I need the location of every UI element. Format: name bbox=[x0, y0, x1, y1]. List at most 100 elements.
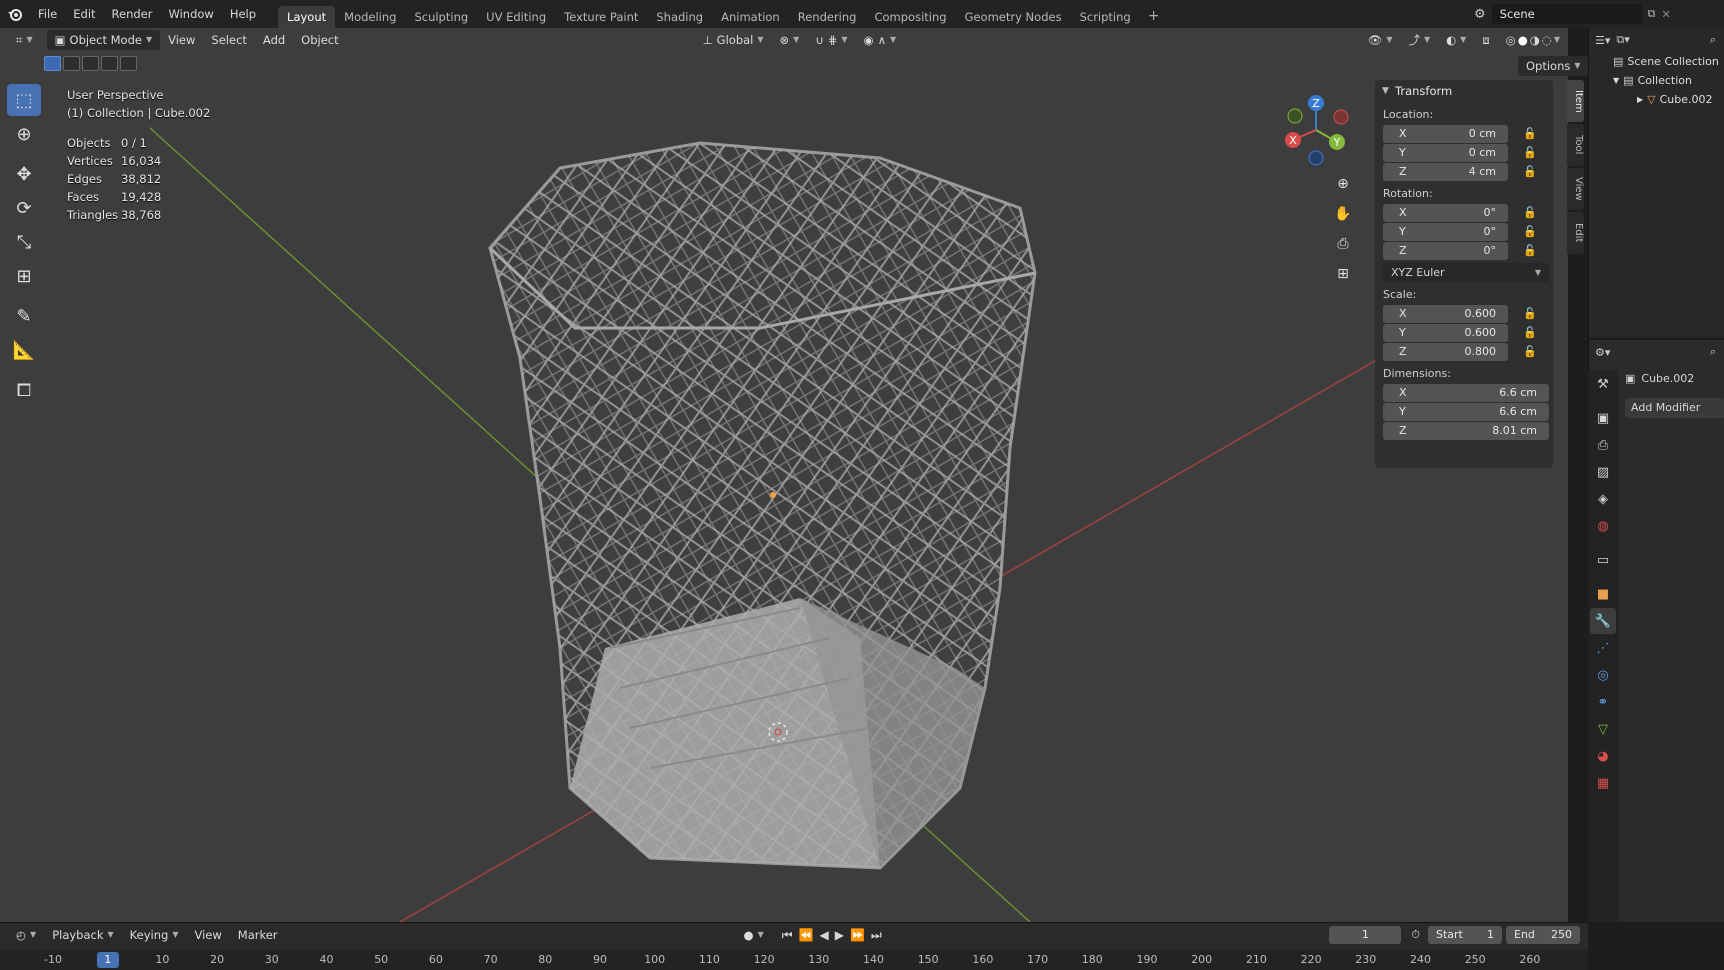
tool-props-icon[interactable]: ⚒ bbox=[1590, 371, 1616, 397]
move-tool-icon[interactable]: ✥ bbox=[7, 158, 41, 190]
scale-tool-icon[interactable]: ⤡ bbox=[7, 226, 41, 258]
tab-item[interactable]: Item bbox=[1567, 80, 1584, 122]
tab-scripting[interactable]: Scripting bbox=[1071, 6, 1140, 28]
viewport-menu-object[interactable]: Object bbox=[293, 30, 346, 50]
texture-props-icon[interactable]: ▦ bbox=[1590, 770, 1616, 796]
tab-modeling[interactable]: Modeling bbox=[335, 6, 405, 28]
camera-icon[interactable]: ⎙ bbox=[1331, 232, 1355, 256]
lock-icon[interactable]: 🔓 bbox=[1520, 165, 1540, 178]
proportional-edit-button[interactable]: ◉ ∧ ▼ bbox=[856, 30, 905, 50]
add-workspace-icon[interactable]: + bbox=[1140, 8, 1168, 24]
visibility-button[interactable]: 👁 ▼ bbox=[1360, 30, 1401, 50]
prev-keyframe-icon[interactable]: ⏪ bbox=[799, 928, 814, 943]
play-icon[interactable]: ▶ bbox=[835, 928, 844, 943]
add-modifier-button[interactable]: Add Modifier bbox=[1625, 398, 1724, 418]
viewport-menu-view[interactable]: View bbox=[160, 30, 203, 50]
select-difference-icon[interactable] bbox=[101, 56, 118, 71]
mode-selector[interactable]: ▣ Object Mode ▼ bbox=[46, 30, 161, 50]
current-frame-field[interactable]: 1 bbox=[1329, 926, 1402, 944]
end-frame-field[interactable]: End 250 bbox=[1506, 926, 1580, 944]
display-mode-icon[interactable]: ⧉▾ bbox=[1616, 33, 1629, 47]
scale-z-field[interactable]: Z 0.800 bbox=[1383, 342, 1508, 361]
expand-chevron-icon[interactable]: ▼ bbox=[1613, 71, 1619, 90]
timeline-menu-marker[interactable]: Marker bbox=[230, 925, 286, 945]
timeline-menu-keying[interactable]: Keying ▼ bbox=[122, 925, 187, 945]
remove-scene-icon[interactable]: ✕ bbox=[1662, 8, 1671, 21]
data-props-icon[interactable]: ▽ bbox=[1590, 716, 1616, 742]
tab-compositing[interactable]: Compositing bbox=[865, 6, 955, 28]
tab-uv-editing[interactable]: UV Editing bbox=[477, 6, 555, 28]
editor-type-icon[interactable]: ☰▾ bbox=[1595, 34, 1610, 47]
search-icon[interactable]: ⌕ bbox=[1710, 33, 1716, 47]
gizmo-toggle[interactable]: ⤴ ▼ bbox=[1400, 30, 1438, 50]
dimensions-z-field[interactable]: Z 8.01 cm bbox=[1383, 421, 1549, 440]
select-extend-icon[interactable] bbox=[63, 56, 80, 71]
particles-props-icon[interactable]: ⋰ bbox=[1590, 635, 1616, 661]
rotate-tool-icon[interactable]: ⟳ bbox=[7, 192, 41, 224]
rotation-y-field[interactable]: Y 0° bbox=[1383, 222, 1508, 241]
scene-props-icon[interactable]: ◈ bbox=[1590, 486, 1616, 512]
transform-orientation-selector[interactable]: ⊥ Global ▼ bbox=[695, 30, 772, 50]
transform-panel-header[interactable]: ▼ Transform bbox=[1375, 80, 1553, 102]
jump-end-icon[interactable]: ⏭ bbox=[871, 928, 882, 943]
blender-logo-icon[interactable] bbox=[0, 0, 30, 28]
viewport-menu-select[interactable]: Select bbox=[203, 30, 254, 50]
location-y-field[interactable]: Y 0 cm bbox=[1383, 143, 1508, 162]
lock-icon[interactable]: 🔓 bbox=[1520, 307, 1540, 320]
zoom-icon[interactable]: ⊕ bbox=[1331, 172, 1355, 196]
rotation-mode-dropdown[interactable]: XYZ Euler ▼ bbox=[1383, 263, 1549, 282]
tab-edit[interactable]: Edit bbox=[1567, 212, 1584, 254]
tab-animation[interactable]: Animation bbox=[712, 6, 789, 28]
timeline-ruler[interactable]: -10 1 10 20 30 40 50 60 70 80 90 100 110 120 130 140 150… bbox=[0, 950, 1588, 970]
location-x-field[interactable]: X 0 cm bbox=[1383, 124, 1508, 143]
menu-render[interactable]: Render bbox=[104, 0, 161, 28]
solid-shading-icon[interactable]: ● bbox=[1518, 30, 1528, 50]
wireframe-shading-icon[interactable]: ◎ bbox=[1506, 30, 1516, 50]
rendered-shading-icon[interactable]: ◌ bbox=[1542, 30, 1552, 50]
annotate-tool-icon[interactable]: ✎ bbox=[7, 300, 41, 332]
constraints-props-icon[interactable]: ⚭ bbox=[1590, 689, 1616, 715]
expand-chevron-icon[interactable]: ▶ bbox=[1637, 90, 1643, 109]
lock-icon[interactable]: 🔓 bbox=[1520, 244, 1540, 257]
physics-props-icon[interactable]: ◎ bbox=[1590, 662, 1616, 688]
lock-icon[interactable]: 🔓 bbox=[1520, 326, 1540, 339]
outliner-row-scene-collection[interactable]: ▤ Scene Collection bbox=[1589, 52, 1724, 71]
editor-type-button[interactable]: ⌗ ▼ bbox=[8, 30, 41, 50]
material-shading-icon[interactable]: ◑ bbox=[1530, 30, 1540, 50]
transform-tool-icon[interactable]: ⊞ bbox=[7, 260, 41, 292]
select-box-tool-icon[interactable]: ⬚ bbox=[7, 84, 41, 116]
menu-edit[interactable]: Edit bbox=[65, 0, 103, 28]
menu-file[interactable]: File bbox=[30, 0, 65, 28]
modifier-props-icon[interactable]: 🔧 bbox=[1590, 608, 1616, 634]
world-props-icon[interactable]: ◍ bbox=[1590, 513, 1616, 539]
start-frame-field[interactable]: Start 1 bbox=[1428, 926, 1502, 944]
scene-selector[interactable]: ⚙ Scene ⧉ ✕ bbox=[1474, 3, 1674, 25]
search-icon[interactable]: ⌕ bbox=[1710, 345, 1716, 359]
pan-hand-icon[interactable]: ✋ bbox=[1331, 202, 1355, 226]
viewport-menu-add[interactable]: Add bbox=[255, 30, 293, 50]
outliner-row-cube[interactable]: ▶ ▽ Cube.002 bbox=[1589, 90, 1724, 109]
view-layer-icon[interactable]: ▨ bbox=[1590, 459, 1616, 485]
timeline-menu-playback[interactable]: Playback ▼ bbox=[44, 925, 121, 945]
select-new-icon[interactable] bbox=[44, 56, 61, 71]
overlay-toggle[interactable]: ◐ ▼ bbox=[1438, 30, 1474, 50]
measure-tool-icon[interactable]: 📐 bbox=[7, 334, 41, 366]
outliner-row-collection[interactable]: ▼ ▤ Collection bbox=[1589, 71, 1724, 90]
perspective-grid-icon[interactable]: ⊞ bbox=[1331, 262, 1355, 286]
editor-type-button[interactable]: ◴ ▼ bbox=[8, 925, 44, 945]
play-reverse-icon[interactable]: ◀ bbox=[820, 928, 829, 943]
tab-tool[interactable]: Tool bbox=[1567, 124, 1584, 166]
select-intersect-icon[interactable] bbox=[120, 56, 137, 71]
tab-geometry-nodes[interactable]: Geometry Nodes bbox=[956, 6, 1071, 28]
lock-icon[interactable]: 🔓 bbox=[1520, 146, 1540, 159]
select-subtract-icon[interactable] bbox=[82, 56, 99, 71]
xray-toggle[interactable]: ⧈ bbox=[1474, 30, 1497, 50]
lock-icon[interactable]: 🔓 bbox=[1520, 127, 1540, 140]
tab-texture-paint[interactable]: Texture Paint bbox=[555, 6, 647, 28]
menu-window[interactable]: Window bbox=[160, 0, 221, 28]
collection-props-icon[interactable]: ▭ bbox=[1590, 547, 1616, 573]
dimensions-x-field[interactable]: X 6.6 cm bbox=[1383, 383, 1549, 402]
output-props-icon[interactable]: ⎙ bbox=[1590, 432, 1616, 458]
add-cube-tool-icon[interactable]: ⧠ bbox=[7, 374, 41, 406]
next-keyframe-icon[interactable]: ⏩ bbox=[850, 928, 865, 943]
